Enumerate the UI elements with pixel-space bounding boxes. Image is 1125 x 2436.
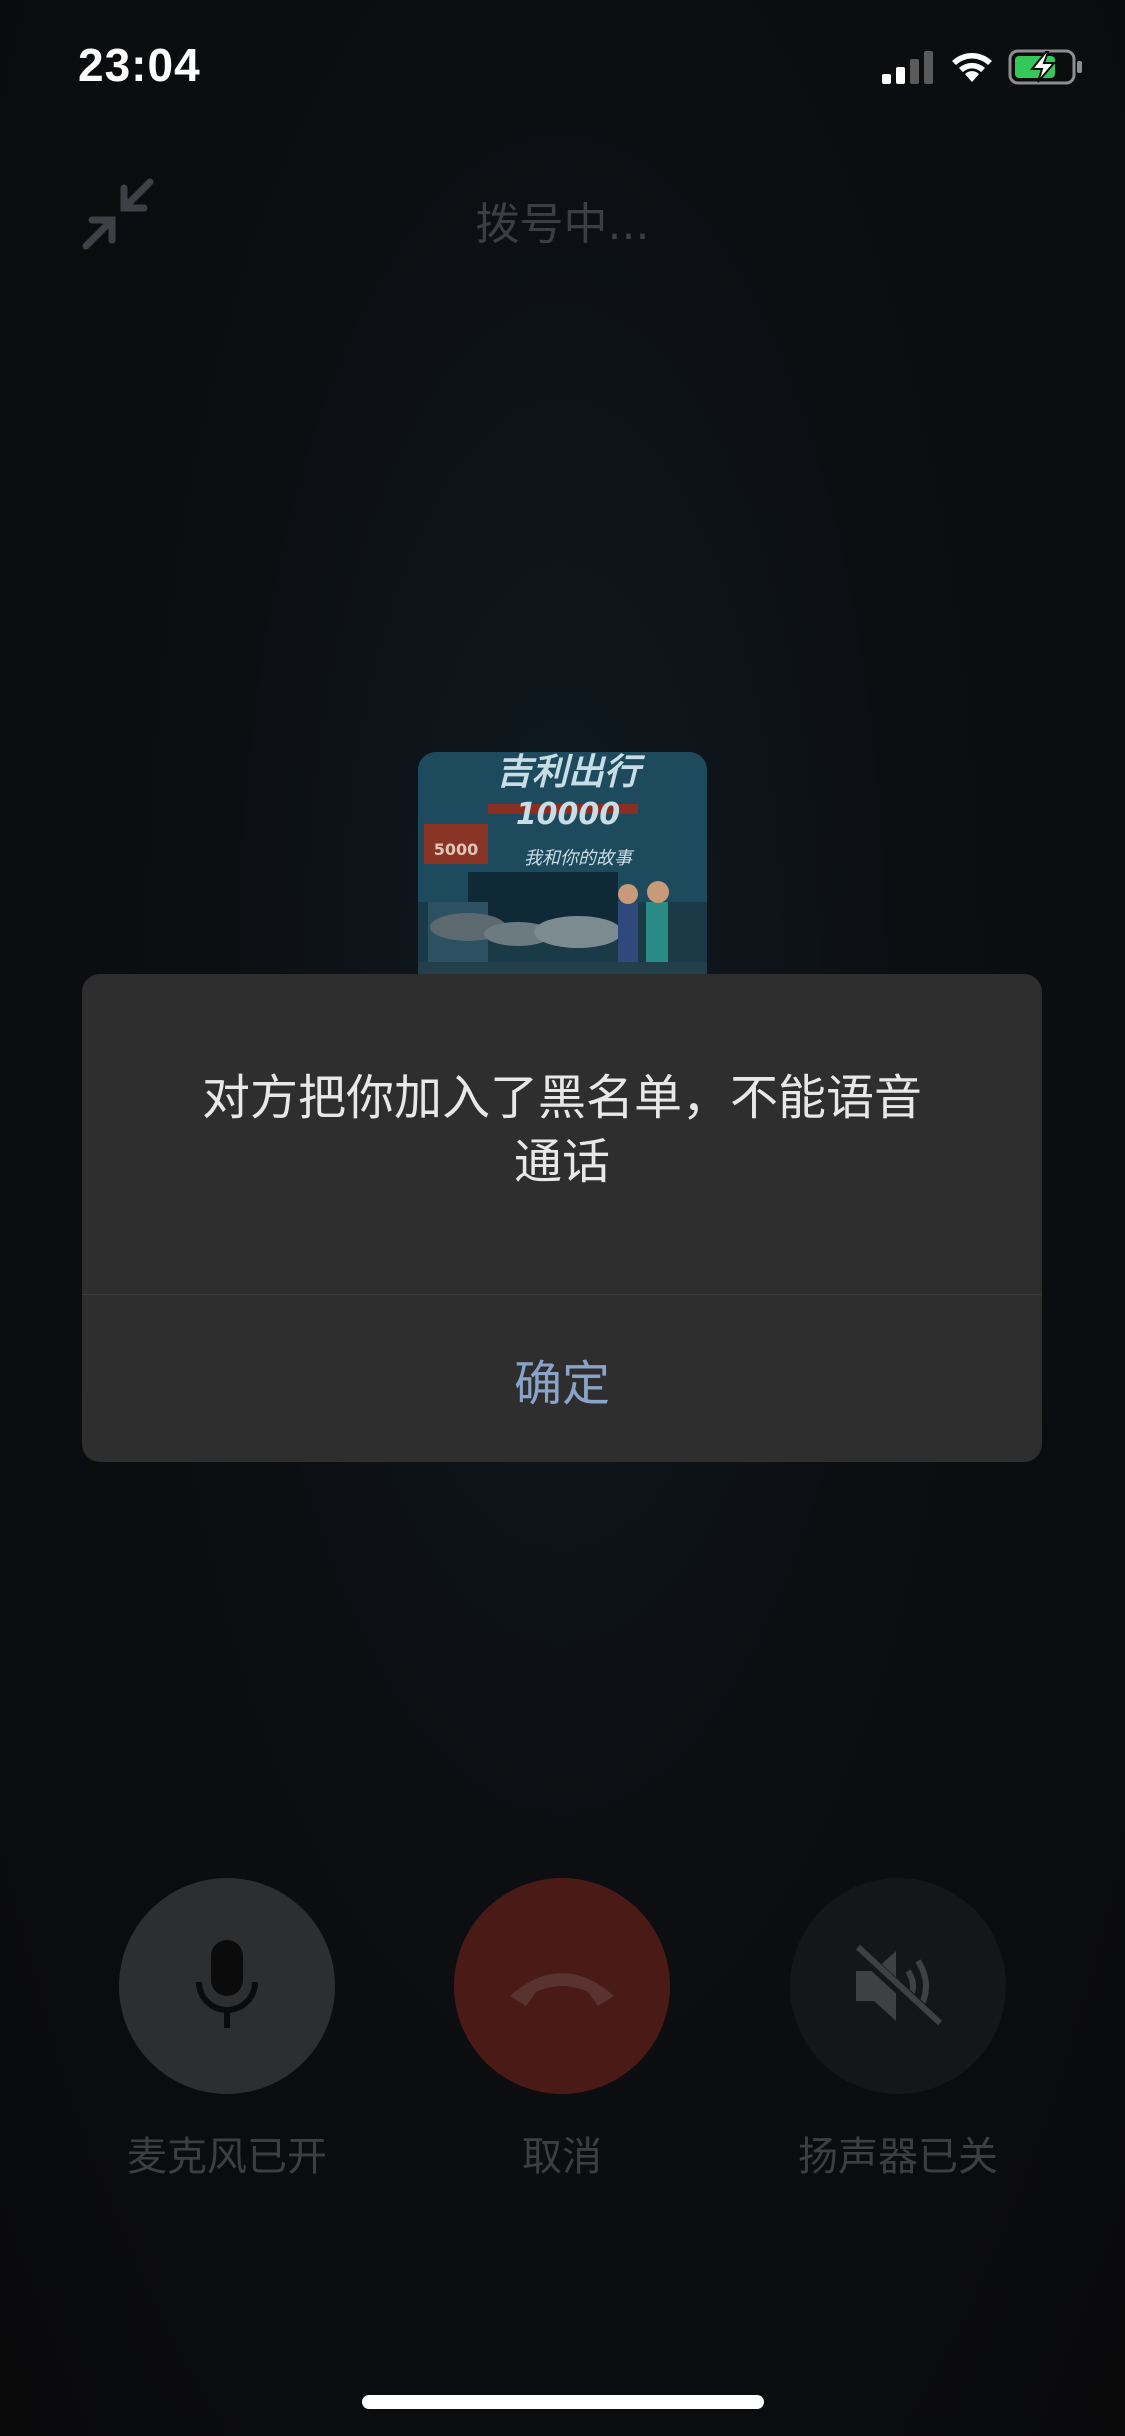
confirm-button[interactable]: 确定 — [82, 1295, 1042, 1462]
blacklist-alert-dialog: 对方把你加入了黑名单，不能语音 通话 确定 — [82, 974, 1042, 1462]
microphone-label: 麦克风已开 — [127, 2134, 327, 2180]
microphone-control[interactable]: 麦克风已开 — [119, 1878, 335, 2182]
cancel-label: 取消 — [522, 2134, 602, 2180]
avatar-badge-text: 5000 — [434, 840, 479, 859]
dialog-message-line1: 对方把你加入了黑名单，不能语音 — [201, 1070, 922, 1126]
speaker-button[interactable] — [790, 1878, 1006, 2094]
microphone-button[interactable] — [119, 1878, 335, 2094]
hang-up-button[interactable] — [454, 1878, 670, 2094]
battery-charging-icon — [1008, 49, 1082, 85]
microphone-icon — [196, 1940, 258, 2028]
avatar-number-text: 10000 — [516, 797, 620, 832]
avatar-brand-text: 吉利出行 — [496, 752, 646, 793]
speaker-label: 扬声器已关 — [798, 2134, 998, 2180]
status-time: 23:04 — [78, 39, 201, 91]
cancel-control[interactable]: 取消 — [454, 1878, 670, 2182]
dialog-message-line2: 通话 — [513, 1134, 610, 1190]
speaker-control[interactable]: 扬声器已关 — [790, 1878, 1006, 2182]
speaker-muted-icon — [849, 1942, 947, 2031]
hang-up-icon — [510, 1973, 614, 2006]
wifi-icon — [952, 53, 992, 82]
signal-icon — [882, 51, 933, 84]
avatar-slogan-text: 我和你的故事 — [524, 848, 635, 869]
call-status: 拨号中... — [475, 199, 650, 250]
dialog-message: 对方把你加入了黑名单，不能语音 通话 — [142, 1066, 982, 1194]
status-bar: 23:04 — [0, 0, 1125, 140]
home-indicator[interactable] — [362, 2395, 764, 2409]
